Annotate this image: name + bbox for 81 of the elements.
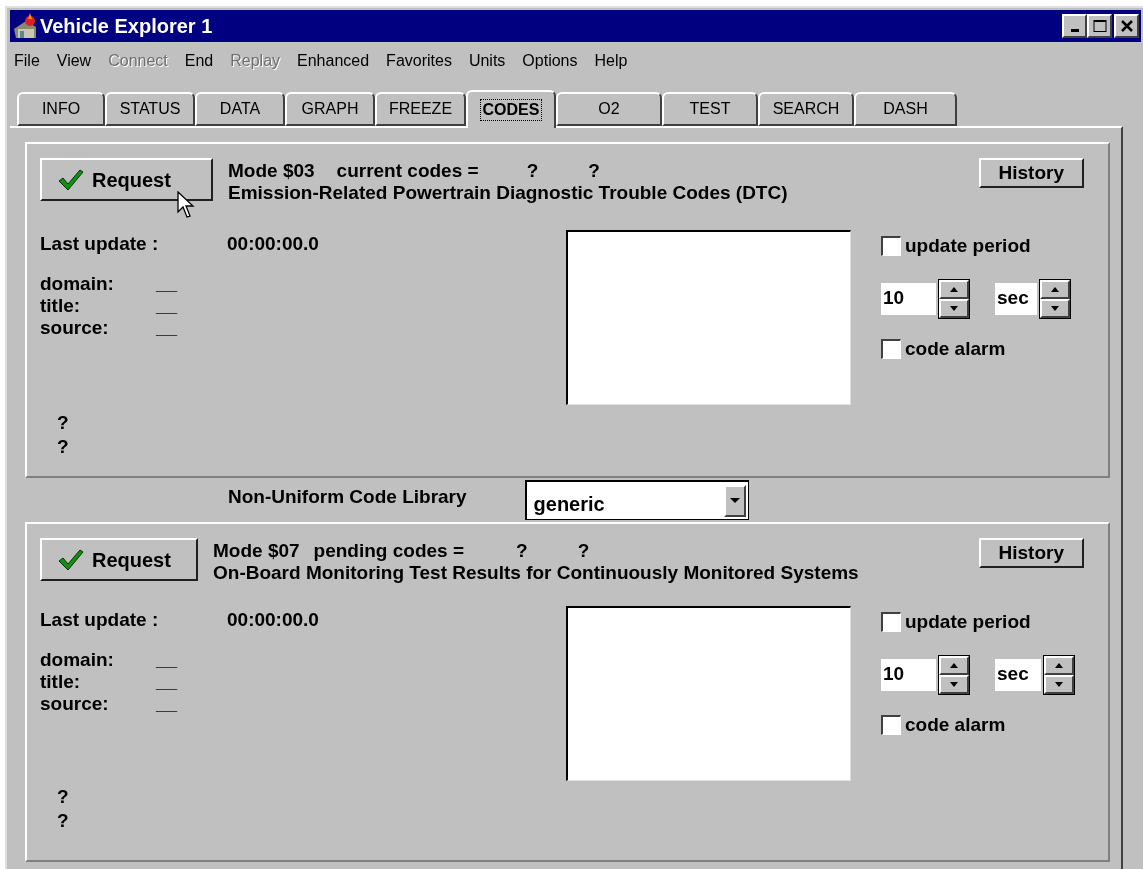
field-value: __ (156, 272, 178, 295)
close-button[interactable] (1114, 14, 1139, 38)
field-label: source: (40, 316, 110, 339)
spinner-field[interactable]: 10 (881, 658, 936, 691)
field-label: title: (40, 294, 82, 317)
tab[interactable]: STATUS (105, 92, 195, 126)
check-icon (58, 168, 84, 191)
checkbox[interactable] (881, 612, 901, 633)
field-label: source: (40, 692, 110, 715)
window-title: Vehicle Explorer 1 (40, 14, 213, 39)
checkbox[interactable] (881, 714, 901, 735)
history-button[interactable]: History (978, 158, 1084, 188)
description-text: On-Board Monitoring Test Results for Continuously Monitored Systems (213, 562, 859, 584)
tab[interactable]: TEST (662, 92, 758, 126)
field-value: __ (156, 648, 178, 671)
field-value: __ (156, 316, 178, 339)
library-label: Non-Uniform Code Library (228, 484, 467, 509)
code-value: ? (577, 540, 590, 562)
field-label: domain: (40, 272, 115, 295)
checkbox-label: code alarm (905, 336, 1006, 361)
spin-buttons[interactable] (938, 654, 970, 695)
minimize-icon (1070, 29, 1079, 32)
tab[interactable]: CODES (466, 90, 556, 128)
tab[interactable]: O2 (556, 92, 662, 126)
pointer-cursor-icon (177, 191, 195, 219)
field-label: Last update : (40, 232, 160, 256)
tab[interactable]: FREEZE (375, 92, 466, 126)
status-value: ? (57, 784, 70, 809)
codes-label: pending codes = (313, 540, 465, 562)
library-dropdown[interactable]: generic (524, 480, 749, 520)
tab[interactable]: DATA (195, 92, 285, 126)
code-value: ? (516, 540, 528, 562)
field-value: __ (156, 294, 178, 317)
checkbox[interactable] (881, 236, 901, 257)
spinner-field[interactable]: 10 (881, 282, 936, 315)
menu-item[interactable]: File (14, 49, 40, 73)
close-icon (1119, 20, 1134, 32)
menu-item[interactable]: Options (522, 49, 578, 73)
menu-item[interactable]: Help (594, 49, 628, 73)
description-text: Emission-Related Powertrain Diagnostic Trouble Codes (DTC) (228, 182, 788, 204)
timestamp: 00:00:00.0 (227, 232, 319, 256)
checkbox[interactable] (881, 338, 901, 359)
spin-buttons[interactable] (1039, 278, 1071, 319)
code-value: ? (526, 160, 539, 182)
menu-item[interactable]: Enhanced (297, 49, 370, 73)
maximize-icon (1092, 20, 1107, 32)
history-button[interactable]: History (978, 538, 1084, 568)
status-value: ? (57, 410, 70, 435)
field-value: __ (156, 692, 178, 715)
checkbox-label: code alarm (905, 712, 1006, 737)
tab[interactable]: GRAPH (285, 92, 375, 126)
minimize-button[interactable] (1062, 14, 1087, 38)
spinner-field[interactable]: sec (995, 658, 1041, 691)
tab[interactable]: DASH (854, 92, 957, 126)
checkbox-label: update period (905, 610, 1031, 634)
status-value: ? (57, 434, 70, 459)
checkbox-label: update period (905, 234, 1031, 258)
menu-item[interactable]: View (56, 49, 92, 73)
spin-buttons[interactable] (938, 278, 970, 319)
field-label: domain: (40, 648, 115, 671)
menu-item[interactable]: Units (468, 49, 506, 73)
status-value: ? (57, 808, 70, 833)
mode-label: Mode $07 (213, 540, 300, 562)
menu-item[interactable]: End (184, 49, 214, 73)
app-icon (12, 13, 38, 39)
spinner-field[interactable]: sec (995, 282, 1037, 315)
codes-label: current codes = (336, 160, 479, 182)
maximize-button[interactable] (1087, 14, 1112, 38)
tab[interactable]: SEARCH (758, 92, 854, 126)
request-button[interactable]: Request (40, 538, 198, 581)
menu-item[interactable]: Favorites (386, 49, 452, 73)
spin-buttons[interactable] (1043, 654, 1075, 695)
field-label: Last update : (40, 608, 160, 632)
tab[interactable]: INFO (17, 92, 105, 126)
check-icon (58, 548, 84, 571)
code-value: ? (588, 160, 600, 182)
field-label: title: (40, 670, 82, 693)
field-value: __ (156, 670, 178, 693)
timestamp: 00:00:00.0 (227, 608, 319, 632)
request-button[interactable]: Request (40, 158, 213, 201)
mode-label: Mode $03 (228, 160, 315, 182)
